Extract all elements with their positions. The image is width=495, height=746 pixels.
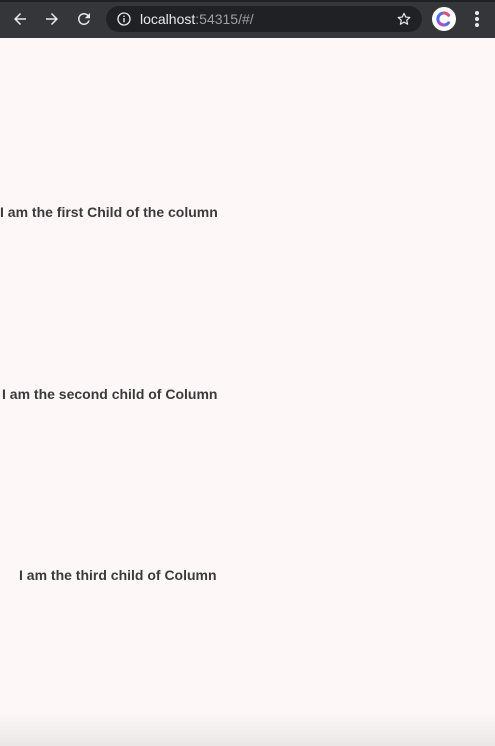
info-icon[interactable] (116, 11, 132, 27)
page-content: I am the first Child of the column I am … (0, 38, 495, 746)
column-child-1: I am the first Child of the column (0, 204, 218, 220)
address-bar[interactable]: localhost:54315/#/ (106, 6, 422, 32)
back-arrow-icon (14, 13, 26, 25)
more-vert-icon (475, 11, 479, 27)
browser-toolbar: localhost:54315/#/ (0, 0, 495, 38)
column-child-2: I am the second child of Column (2, 386, 218, 402)
profile-logo-icon (433, 8, 455, 30)
reload-icon (77, 12, 90, 25)
more-menu-button[interactable] (468, 8, 486, 30)
bottom-shadow (0, 712, 495, 746)
forward-button[interactable] (41, 8, 63, 30)
url-rest: :54315/#/ (195, 11, 254, 27)
column-child-3: I am the third child of Column (19, 567, 217, 583)
url-host: localhost (140, 11, 196, 27)
forward-arrow-icon (46, 13, 58, 25)
reload-button[interactable] (73, 8, 95, 30)
url-text: localhost:54315/#/ (140, 11, 254, 27)
star-icon[interactable] (396, 11, 412, 27)
profile-avatar[interactable] (432, 7, 456, 31)
back-button[interactable] (9, 8, 31, 30)
